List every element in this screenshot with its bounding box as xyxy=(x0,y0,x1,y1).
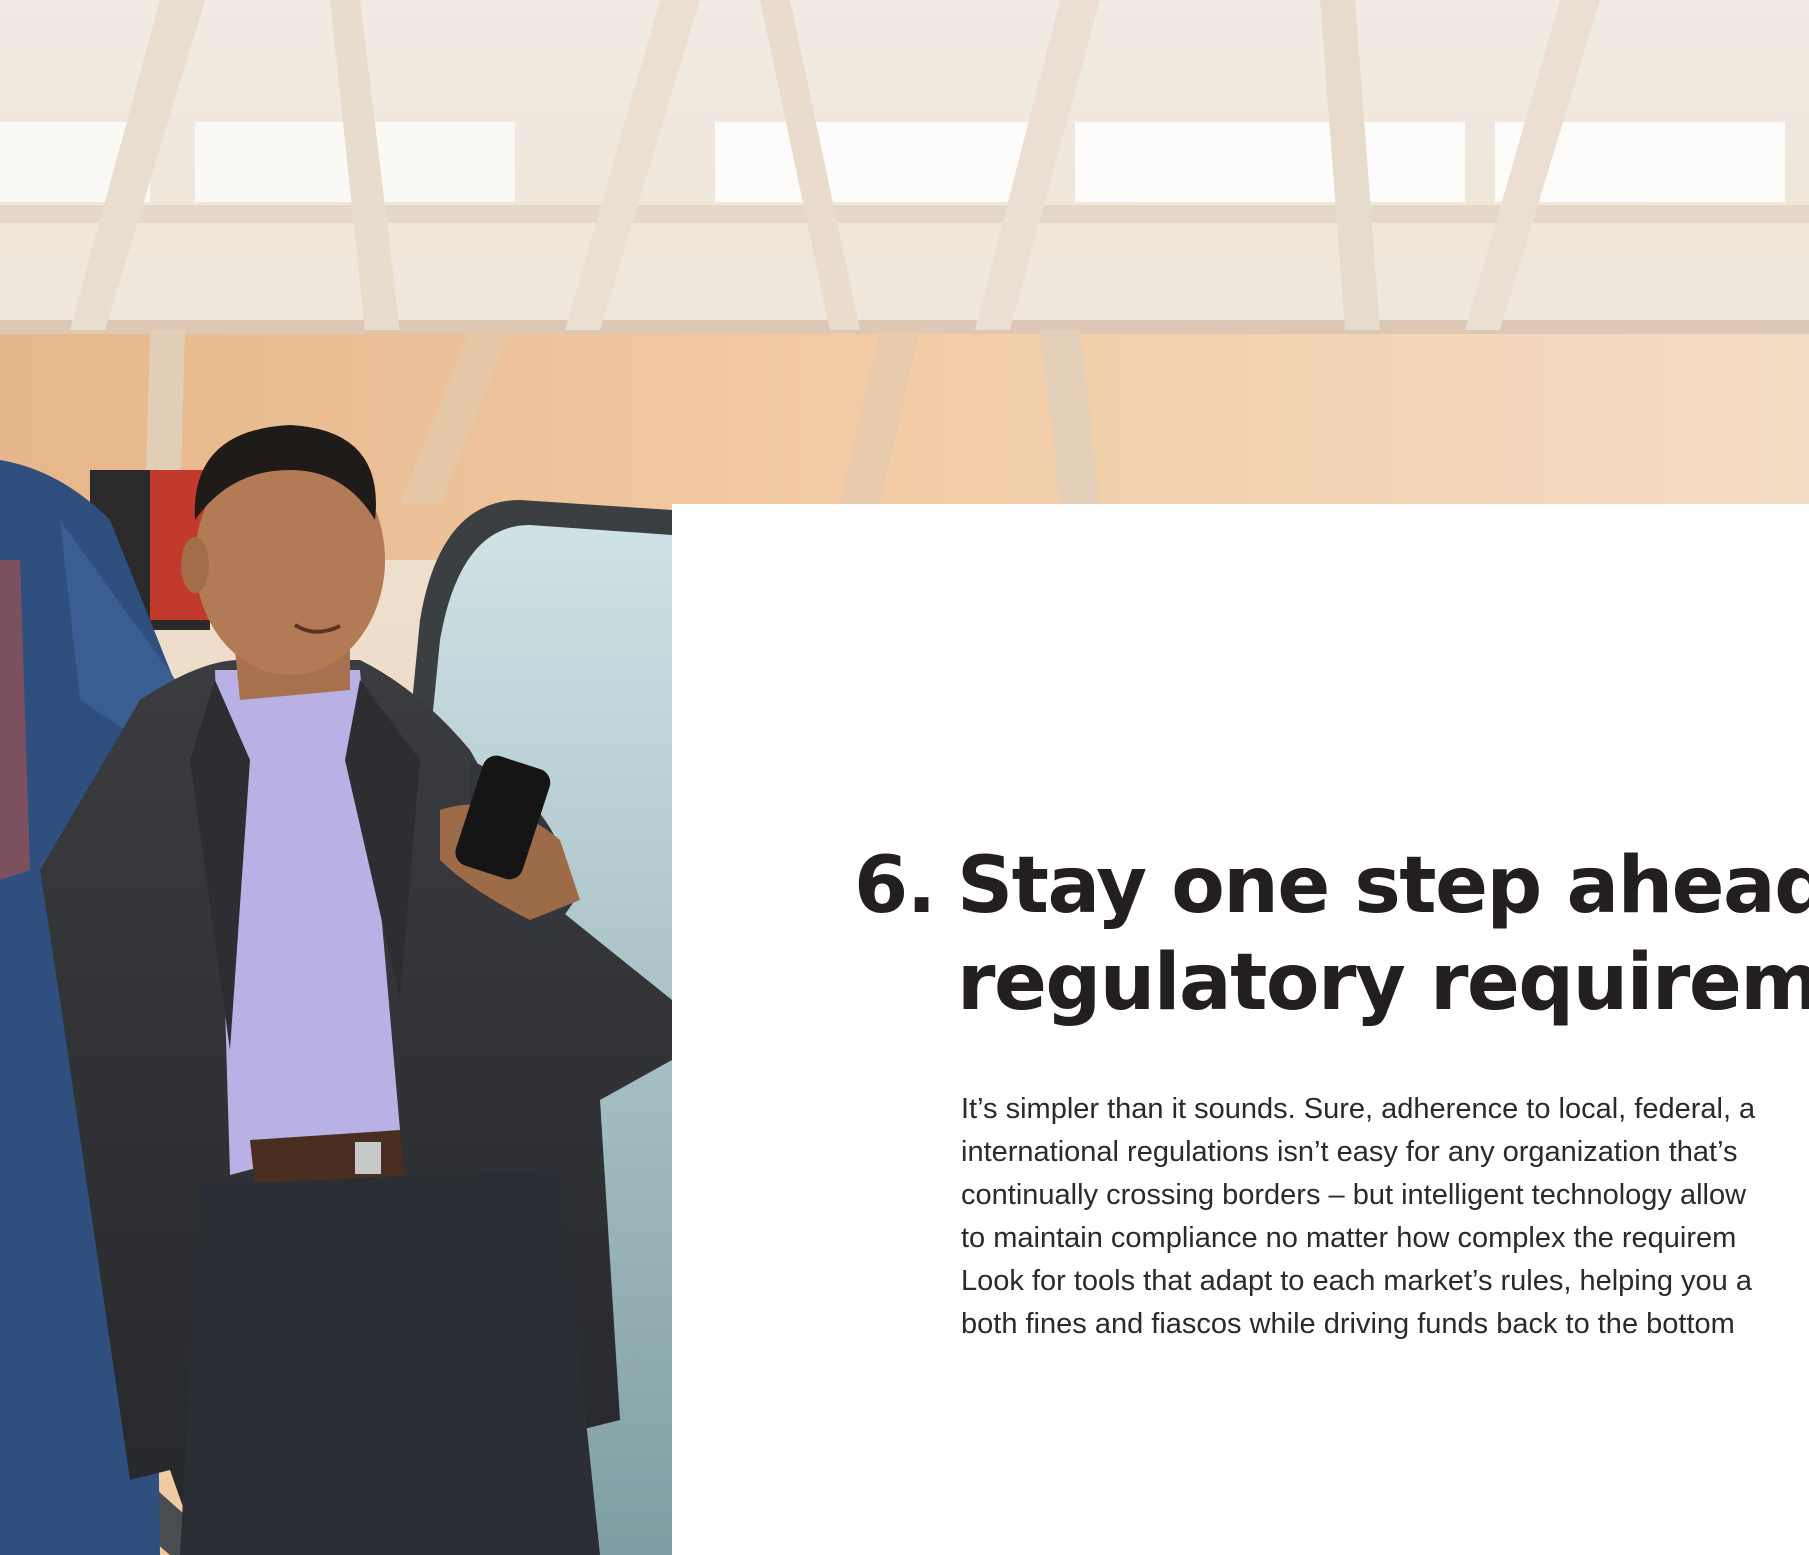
body-line: It’s simpler than it sounds. Sure, adher… xyxy=(961,1093,1756,1125)
heading-line-1: Stay one step ahead o xyxy=(957,841,1809,931)
body-line: international regulations isn’t easy for… xyxy=(961,1136,1738,1168)
heading-line-2: regulatory requiremer xyxy=(957,938,1809,1028)
body-line: Look for tools that adapt to each market… xyxy=(961,1265,1753,1297)
body-line: both fines and fiascos while driving fun… xyxy=(961,1308,1735,1340)
section-body: It’s simpler than it sounds. Sure, adher… xyxy=(961,1088,1809,1346)
body-line: to maintain compliance no matter how com… xyxy=(961,1222,1737,1254)
page: 6. Stay one step ahead o regulatory requ… xyxy=(0,0,1809,1555)
section-heading: 6. Stay one step ahead o regulatory requ… xyxy=(854,838,1809,1032)
body-line: continually crossing borders – but intel… xyxy=(961,1179,1747,1211)
section-number: 6. xyxy=(854,841,936,931)
